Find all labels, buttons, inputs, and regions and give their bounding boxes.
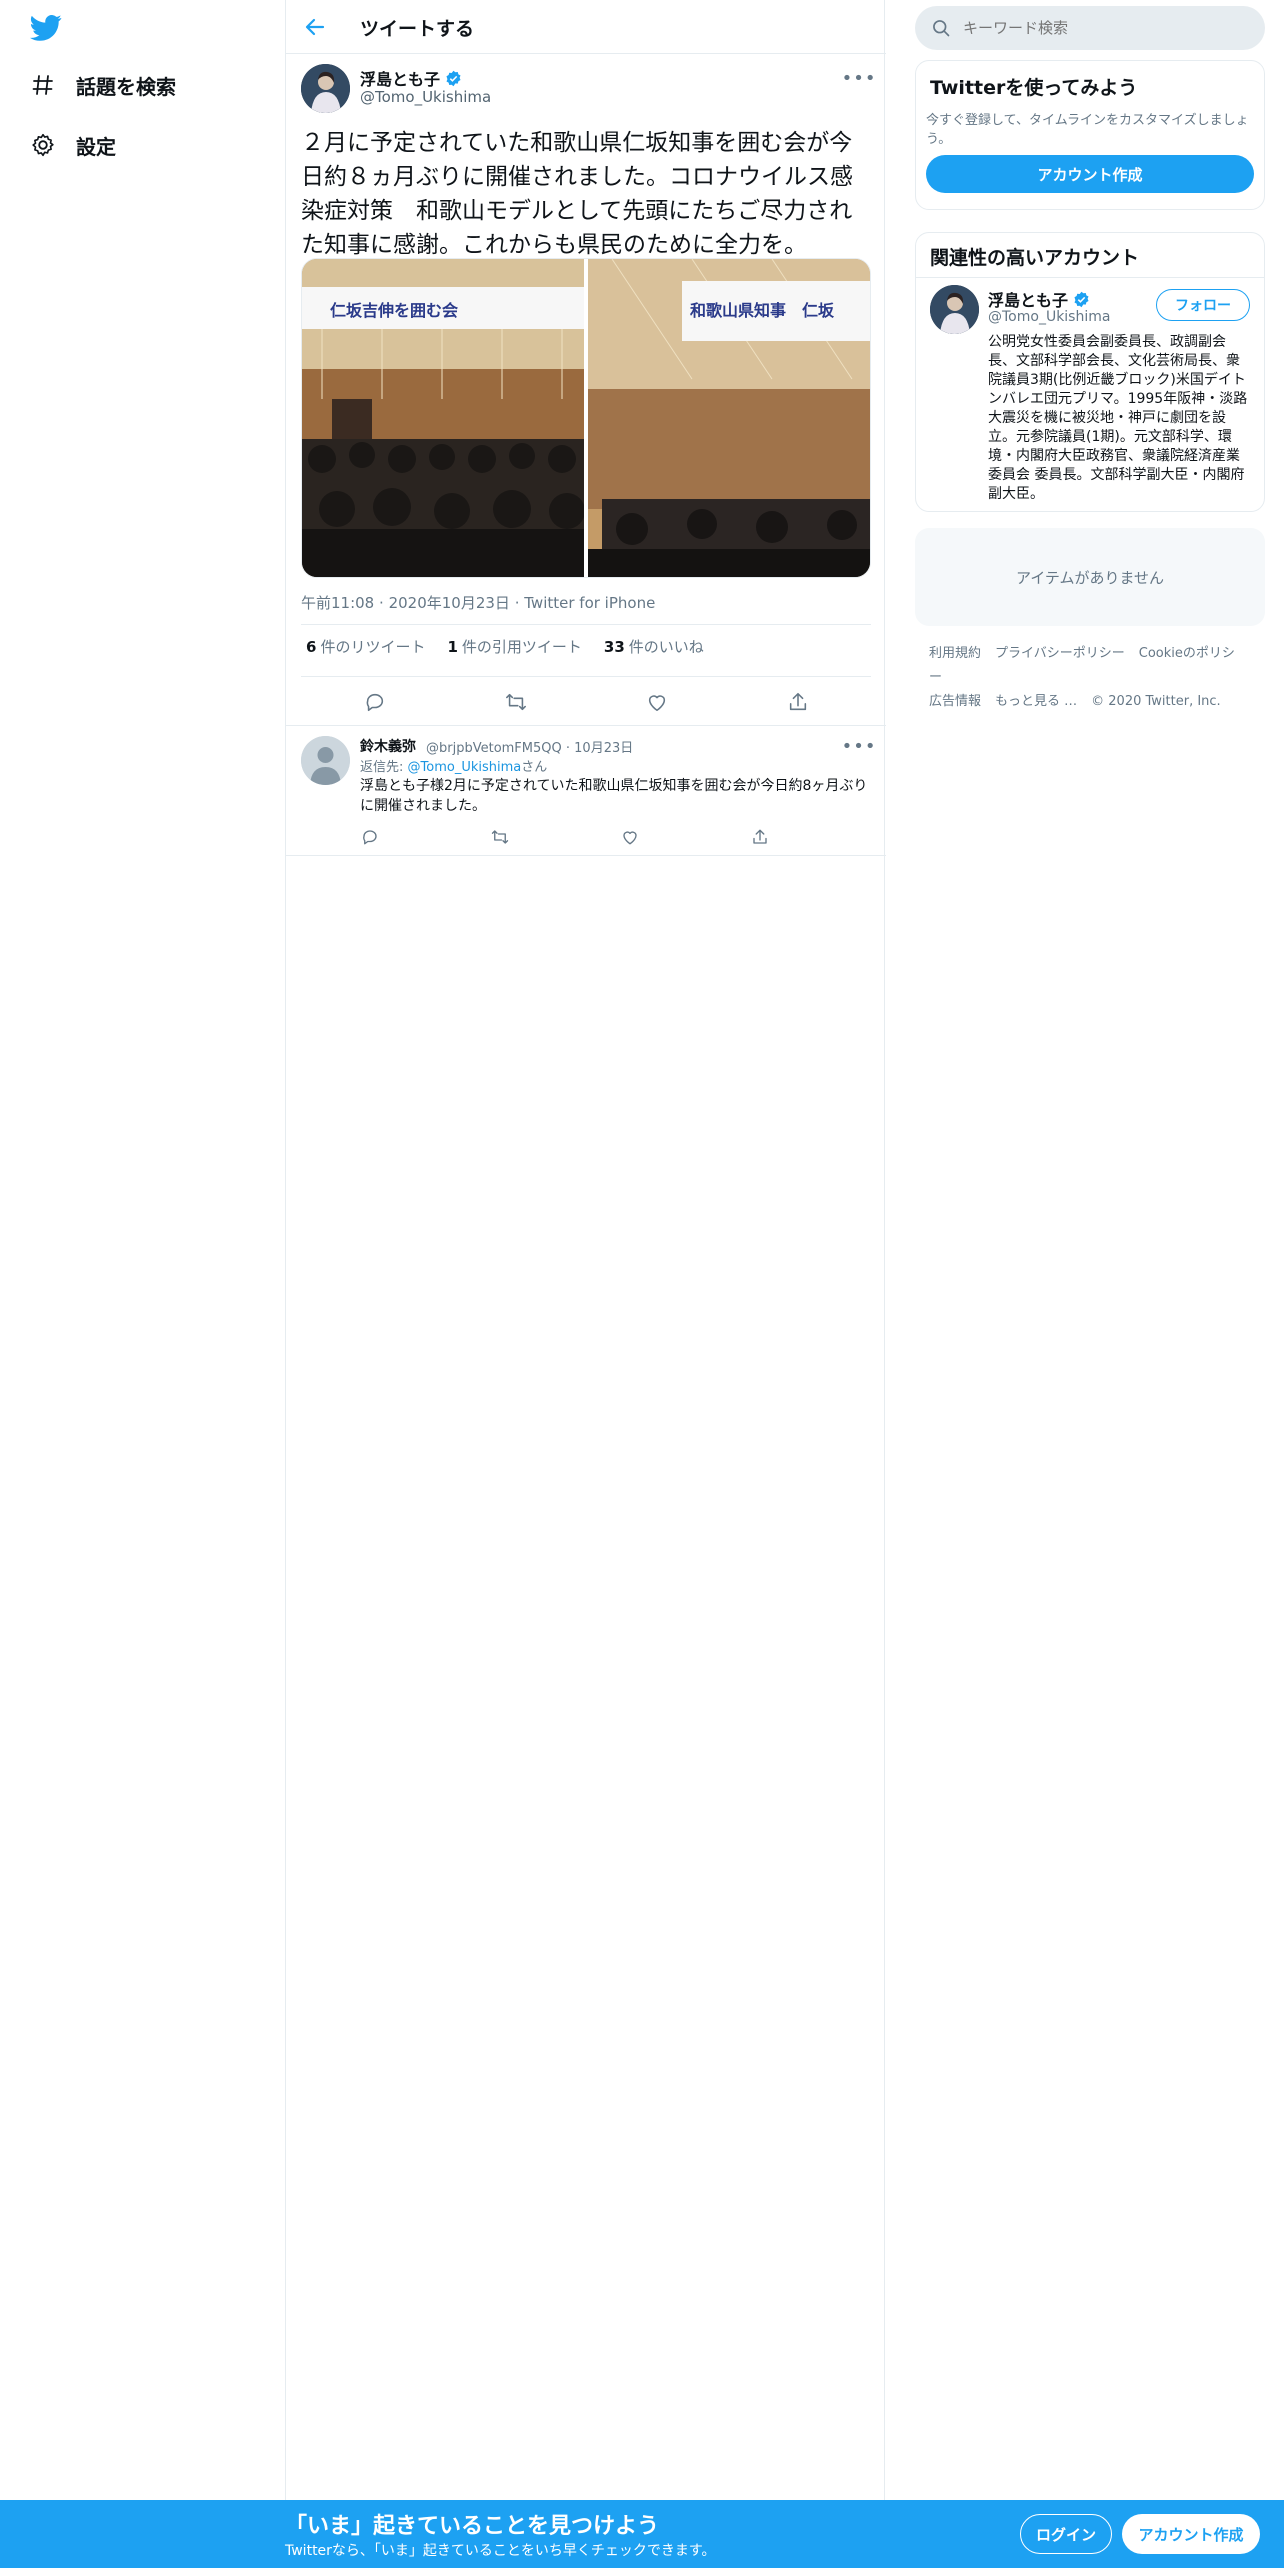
retweet-count-label: 件のリツイート — [320, 638, 426, 656]
footer-copyright: © 2020 Twitter, Inc. — [1091, 694, 1221, 709]
media-banner-left: 仁坂吉伸を囲む会 — [330, 301, 459, 320]
like-count-link[interactable]: 33 件のいいね — [604, 636, 704, 657]
tweet-stats: 6 件のリツイート 1 件の引用ツイート 33 件のいいね — [306, 636, 726, 657]
reply-to-handle[interactable]: @Tomo_Ukishima — [408, 760, 522, 775]
quote-count-label: 件の引用ツイート — [461, 638, 582, 656]
reply-to-suffix: さん — [521, 760, 548, 775]
search-icon — [931, 18, 951, 38]
divider — [301, 676, 871, 677]
tweet-media[interactable]: 仁坂吉伸を囲む会 和歌山県知事 仁坂 — [301, 258, 871, 578]
signup-card: Twitterを使ってみよう 今すぐ登録して、タイムラインをカスタマイズしましょ… — [915, 60, 1265, 210]
related-account-name[interactable]: 浮島とも子 — [988, 287, 1090, 311]
reply-author-name[interactable]: 鈴木義弥 — [360, 736, 416, 756]
meta-separator: · — [565, 741, 575, 756]
search-input[interactable] — [963, 19, 1243, 37]
reply-author-meta: @brjpbVetomFM5QQ · 10月23日 — [426, 737, 633, 756]
avatar[interactable] — [301, 736, 350, 785]
footer-link-ads[interactable]: 広告情報 — [929, 694, 981, 709]
avatar[interactable] — [930, 285, 979, 334]
reply-actions — [360, 824, 810, 850]
tweet-actions — [301, 684, 871, 720]
related-title: 関連性の高いアカウント — [930, 247, 1140, 269]
twitter-bird-icon[interactable] — [30, 14, 62, 42]
divider — [301, 624, 871, 625]
signup-card-subtitle: 今すぐ登録して、タイムラインをカスタマイズしましょう。 — [926, 113, 1249, 147]
tweet-meta: 午前11:08 · 2020年10月23日 · Twitter for iPho… — [301, 592, 655, 613]
tweet-date[interactable]: 2020年10月23日 — [389, 594, 510, 612]
main-tweet: 浮島とも子 @Tomo_Ukishima ••• ２月に予定されていた和歌山県仁… — [286, 54, 886, 726]
tweet-source[interactable]: Twitter for iPhone — [524, 594, 655, 612]
reply-icon[interactable] — [357, 684, 393, 720]
header: ツイートする — [286, 0, 886, 54]
nav-item-label: 話題を検索 — [76, 74, 176, 99]
login-button[interactable]: ログイン — [1020, 2514, 1112, 2554]
bottom-signup-bar: 「いま」起きていることを見つけよう Twitterなら、「いま」起きていることを… — [0, 2500, 1284, 2568]
back-arrow-icon[interactable] — [300, 12, 330, 42]
tweet-time[interactable]: 午前11:08 — [301, 594, 374, 612]
media-banner-right: 和歌山県知事 仁坂 — [690, 301, 835, 320]
signup-button[interactable]: アカウント作成 — [1122, 2514, 1260, 2554]
author-handle[interactable]: @Tomo_Ukishima — [360, 88, 491, 106]
related-account-bio: 公明党女性委員会副委員長、政調副会長、文部科学部会長、文化芸術局長、衆院議員3期… — [988, 334, 1248, 502]
reply-icon[interactable] — [352, 819, 388, 855]
related-account-handle[interactable]: @Tomo_Ukishima — [988, 309, 1110, 325]
main-column: ツイートする 浮島とも子 @Tomo_Ukishima ••• ２月に予定されて… — [285, 0, 886, 2500]
footer-link-terms[interactable]: 利用規約 — [929, 646, 981, 661]
reply-date[interactable]: 10月23日 — [574, 741, 633, 756]
verified-badge-icon — [1073, 291, 1090, 308]
more-options-icon[interactable]: ••• — [842, 736, 876, 757]
related-accounts-card: 関連性の高いアカウント 浮島とも子 @Tomo_Ukishima フォロー 公明… — [915, 232, 1265, 512]
footer-links: 利用規約 プライバシーポリシー Cookieのポリシー 広告情報 もっと見る … © 2… — [929, 642, 1259, 714]
nav-item-explore[interactable]: 話題を検索 — [28, 65, 176, 105]
retweet-count: 6 — [306, 638, 317, 656]
reply-author-handle[interactable]: @brjpbVetomFM5QQ — [426, 741, 562, 756]
page: 話題を検索 設定 ツイートする 浮島とも子 @Tomo_Ukishima •••… — [0, 0, 1284, 2568]
bottom-bar-title: 「いま」起きていることを見つけよう — [285, 2514, 660, 2539]
avatar[interactable] — [301, 64, 350, 113]
meta-separator: · — [379, 594, 389, 612]
search-box[interactable] — [915, 6, 1265, 50]
author-name-text: 浮島とも子 — [360, 70, 441, 89]
gear-icon — [28, 130, 58, 160]
reply-text: 浮島とも子様2月に予定されていた和歌山県仁坂知事を囲む会が今日約8ヶ月ぶりに開催… — [360, 778, 868, 814]
author-name[interactable]: 浮島とも子 — [360, 66, 462, 90]
footer-link-privacy[interactable]: プライバシーポリシー — [995, 646, 1125, 661]
meta-separator: · — [514, 594, 525, 612]
verified-badge-icon — [445, 70, 462, 87]
nav-item-label: 設定 — [76, 134, 116, 159]
like-icon[interactable] — [612, 819, 648, 855]
follow-button[interactable]: フォロー — [1156, 289, 1250, 321]
hashtag-icon — [28, 70, 58, 100]
tweet-text: ２月に予定されていた和歌山県仁坂知事を囲む会が今日約８ヵ月ぶりに開催されました。… — [301, 130, 853, 258]
reply-to-line: 返信先: @Tomo_Ukishimaさん — [360, 756, 547, 775]
empty-trends: アイテムがありません — [915, 528, 1265, 626]
quote-count-link[interactable]: 1 件の引用ツイート — [447, 636, 581, 657]
page-title: ツイートする — [360, 18, 475, 40]
left-nav: 話題を検索 設定 — [0, 0, 285, 2500]
quote-count: 1 — [447, 638, 458, 656]
bottom-bar-subtitle: Twitterなら、「いま」起きていることをいち早くチェックできます。 — [285, 2543, 716, 2559]
like-count-label: 件のいいね — [628, 638, 704, 656]
retweet-icon[interactable] — [482, 819, 518, 855]
more-options-icon[interactable]: ••• — [842, 68, 876, 89]
related-account-name-text: 浮島とも子 — [988, 291, 1069, 310]
like-icon[interactable] — [639, 684, 675, 720]
share-icon[interactable] — [742, 819, 778, 855]
retweet-count-link[interactable]: 6 件のリツイート — [306, 636, 425, 657]
signup-button[interactable]: アカウント作成 — [926, 155, 1254, 193]
like-count: 33 — [603, 638, 625, 656]
share-icon[interactable] — [780, 684, 816, 720]
reply-to-prefix: 返信先: — [360, 760, 408, 775]
retweet-icon[interactable] — [498, 684, 534, 720]
nav-item-settings[interactable]: 設定 — [28, 125, 116, 165]
signup-card-title: Twitterを使ってみよう — [930, 77, 1138, 99]
divider — [916, 277, 1264, 278]
footer-link-more[interactable]: もっと見る … — [995, 694, 1077, 709]
reply-tweet[interactable]: 鈴木義弥 @brjpbVetomFM5QQ · 10月23日 ••• 返信先: … — [286, 726, 886, 856]
